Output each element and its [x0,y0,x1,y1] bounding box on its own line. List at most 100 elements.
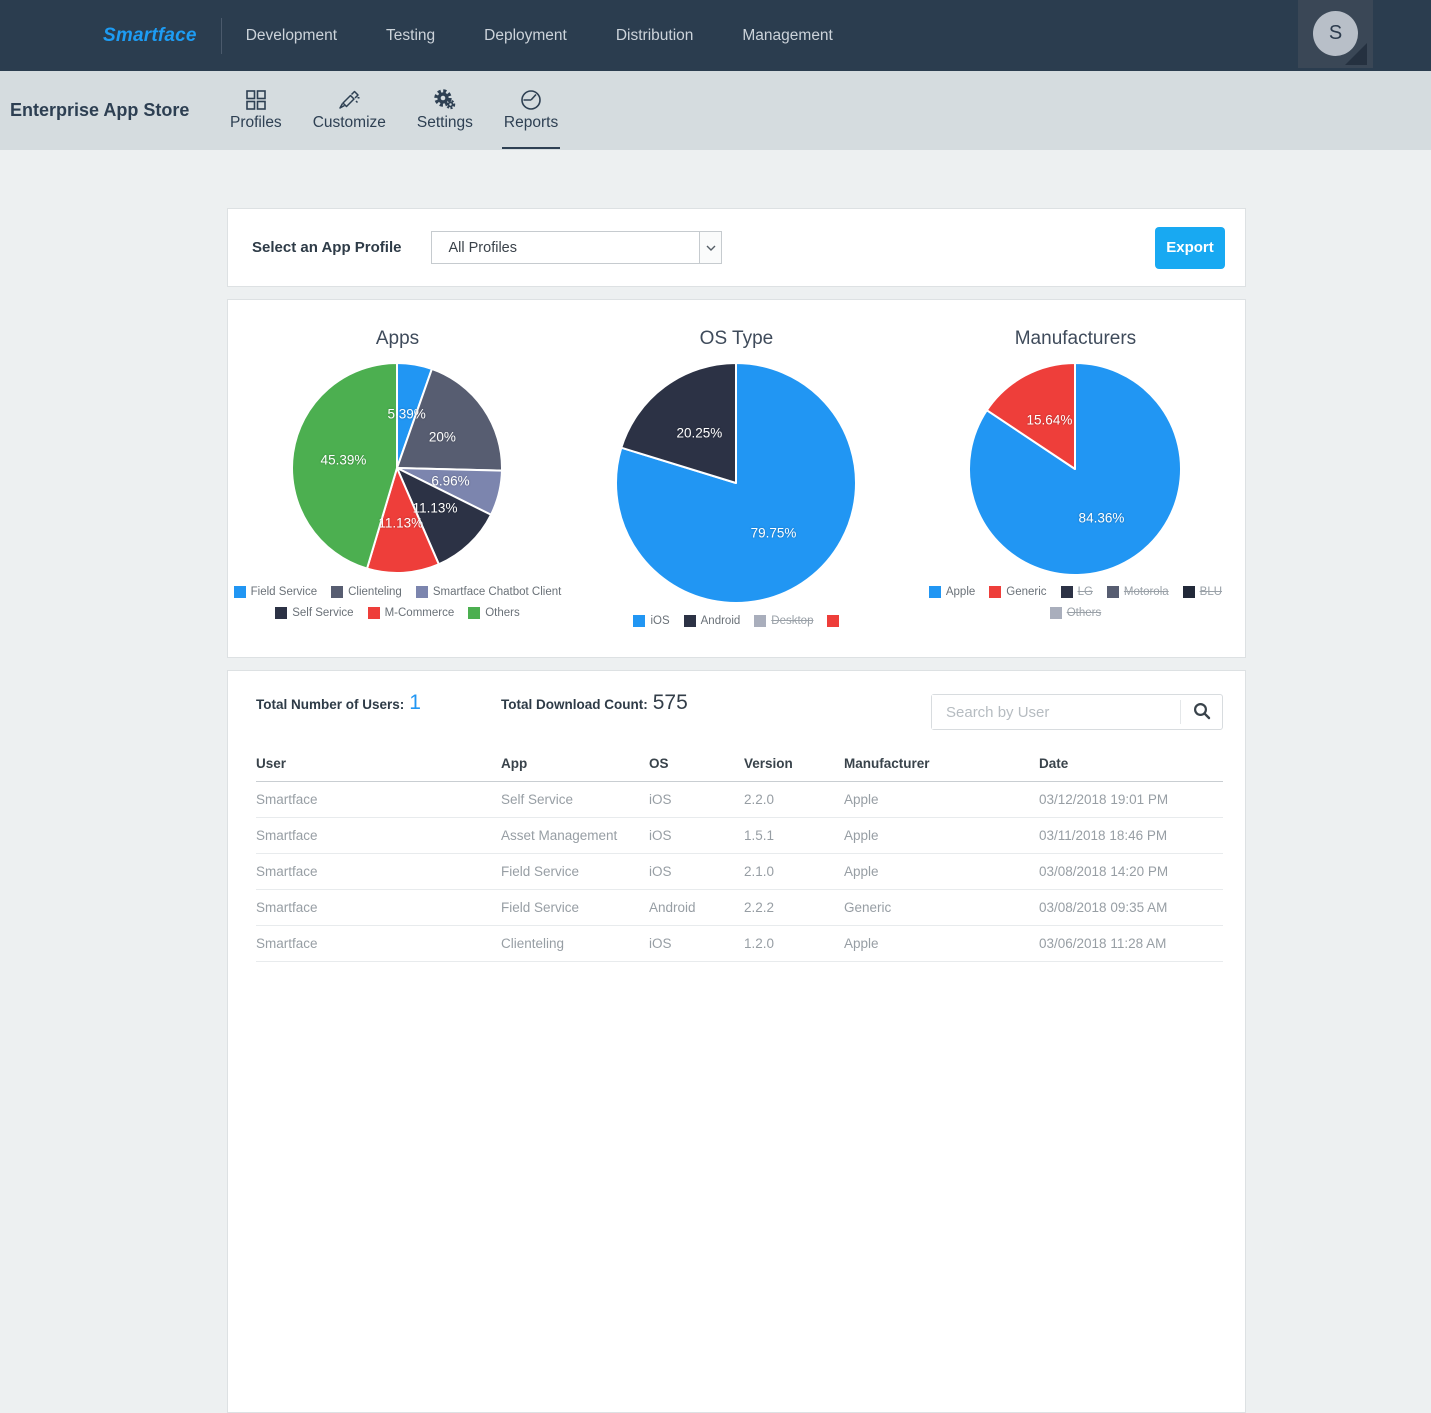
legend-item-others[interactable]: Others [468,607,520,619]
export-button[interactable]: Export [1155,226,1225,269]
legend-swatch [275,607,288,619]
app-subheader: Enterprise App Store Profiles Customize Se… [0,71,1431,150]
total-downloads-stat: Total Download Count: 575 [501,691,688,715]
manufacturers-chart-column: Manufacturers 84.36% 15.64% Apple Generic L… [906,300,1245,657]
chart-title: Apps [375,328,420,349]
legend-swatch [367,607,380,619]
legend-swatch [827,615,840,627]
legend-item-clienteling[interactable]: Clienteling [331,586,402,598]
manufacturers-pie-chart: 84.36% 15.64% [968,362,1183,576]
tab-settings[interactable]: Settings [415,89,475,132]
column-header-os: OS [649,746,744,782]
tab-reports[interactable]: Reports [501,89,561,149]
legend-label: Android [700,615,741,627]
legend-label: Generic [1006,586,1047,598]
nav-item-testing[interactable]: Testing [386,27,435,45]
page-title: Enterprise App Store [10,100,190,120]
tab-label: Reports [503,114,559,131]
cell-manufacturer: Apple [844,925,1039,962]
legend-label: Others [1066,607,1102,619]
legend-item-blu[interactable]: BLU [1182,586,1222,598]
legend-item-motorola[interactable]: Motorola [1106,586,1169,598]
avatar-dropdown-caret [1345,43,1367,65]
cell-date: 03/08/2018 09:35 AM [1039,889,1223,926]
nav-item-deployment[interactable]: Deployment [484,27,567,45]
column-header-version: Version [744,746,844,782]
legend-item-generic[interactable]: Generic [989,586,1047,598]
column-header-app: App [501,746,649,782]
os-chart-legend: iOS Android Desktop [569,615,903,627]
legend-item-field-service[interactable]: Field Service [233,586,318,598]
legend-item-self-service[interactable]: Self Service [275,607,354,619]
nav-item-development[interactable]: Development [246,27,337,45]
legend-swatch [683,615,696,627]
profile-select-panel: Select an App Profile All Profiles Expor… [227,208,1246,287]
cell-date: 03/06/2018 11:28 AM [1039,925,1223,962]
legend-swatch [233,586,246,598]
app-profile-select[interactable]: All Profiles [431,231,723,264]
cell-os: iOS [649,781,744,818]
table-row: Smartface Clienteling iOS 1.2.0 Apple 03/06/2… [256,925,1223,962]
nav-item-management[interactable]: Management [742,27,832,45]
user-avatar[interactable]: S [1298,0,1373,68]
total-downloads-value: 575 [652,691,688,714]
cell-app: Field Service [501,889,649,926]
legend-swatch [1049,607,1062,619]
cell-version: 1.2.0 [744,925,844,962]
avatar-initial: S [1328,22,1343,44]
cell-user: Smartface [256,817,501,854]
os-chart-column: OS Type 79.75% 20.25% iOS Android Desktop [567,300,906,657]
tab-customize[interactable]: Customize [311,89,388,132]
legend-item-others[interactable]: Others [1049,607,1102,619]
total-users-stat: Total Number of Users: 1 [256,691,501,715]
cell-version: 2.2.2 [744,889,844,926]
legend-swatch [928,586,941,598]
top-navbar: Smartface Development Testing Deployment Di… [0,0,1431,71]
column-header-manufacturer: Manufacturer [844,746,1039,782]
cell-date: 03/11/2018 18:46 PM [1039,817,1223,854]
cell-date: 03/08/2018 14:20 PM [1039,853,1223,890]
chart-title: OS Type [699,328,774,349]
legend-item-m-commerce[interactable]: M-Commerce [367,607,454,619]
cell-app: Asset Management [501,817,649,854]
main-content: Select an App Profile All Profiles Expor… [227,208,1246,1413]
legend-label: Self Service [292,607,354,619]
table-row: Smartface Self Service iOS 2.2.0 Apple 03/12/… [256,781,1223,818]
legend-label: iOS [650,615,670,627]
cell-os: iOS [649,853,744,890]
legend-label: Others [485,607,520,619]
search-button[interactable] [1180,700,1222,724]
cell-os: iOS [649,925,744,962]
legend-item-unnamed[interactable] [827,615,840,627]
legend-item-android[interactable]: Android [683,615,741,627]
total-downloads-label: Total Download Count: [501,697,648,712]
cell-version: 2.2.0 [744,781,844,818]
legend-item-ios[interactable]: iOS [633,615,670,627]
legend-swatch [754,615,767,627]
column-header-user: User [256,746,501,782]
nav-item-distribution[interactable]: Distribution [616,27,694,45]
charts-panel: Apps 5.39% 20% 6.96% 11.13% 11.13% 45.39% Fie… [227,299,1246,658]
table-row: Smartface Field Service iOS 2.1.0 Apple 03/08… [256,853,1223,890]
legend-label: Field Service [250,586,318,598]
downloads-table: User App OS Version Manufacturer Date Smartfa… [256,746,1223,962]
cell-user: Smartface [256,925,501,962]
cell-os: iOS [649,817,744,854]
legend-label: Desktop [771,615,814,627]
tab-profiles[interactable]: Profiles [228,89,284,132]
legend-item-smartface-chatbot-client[interactable]: Smartface Chatbot Client [415,586,562,598]
main-menu: Development Testing Deployment Distribution… [246,27,833,45]
total-users-value: 1 [409,691,421,714]
legend-item-apple[interactable]: Apple [928,586,976,598]
legend-swatch [415,586,428,598]
tab-label: Settings [416,114,473,131]
search-input[interactable] [932,695,1180,729]
legend-item-desktop[interactable]: Desktop [754,615,813,627]
legend-item-lg[interactable]: LG [1060,586,1093,598]
brand-logo[interactable]: Smartface [103,25,197,47]
legend-label: Smartface Chatbot Client [432,586,562,598]
apps-pie-chart: 5.39% 20% 6.96% 11.13% 11.13% 45.39% [291,362,504,574]
legend-label: Apple [945,586,976,598]
os-pie-chart: 79.75% 20.25% [615,362,858,604]
cell-version: 2.1.0 [744,853,844,890]
